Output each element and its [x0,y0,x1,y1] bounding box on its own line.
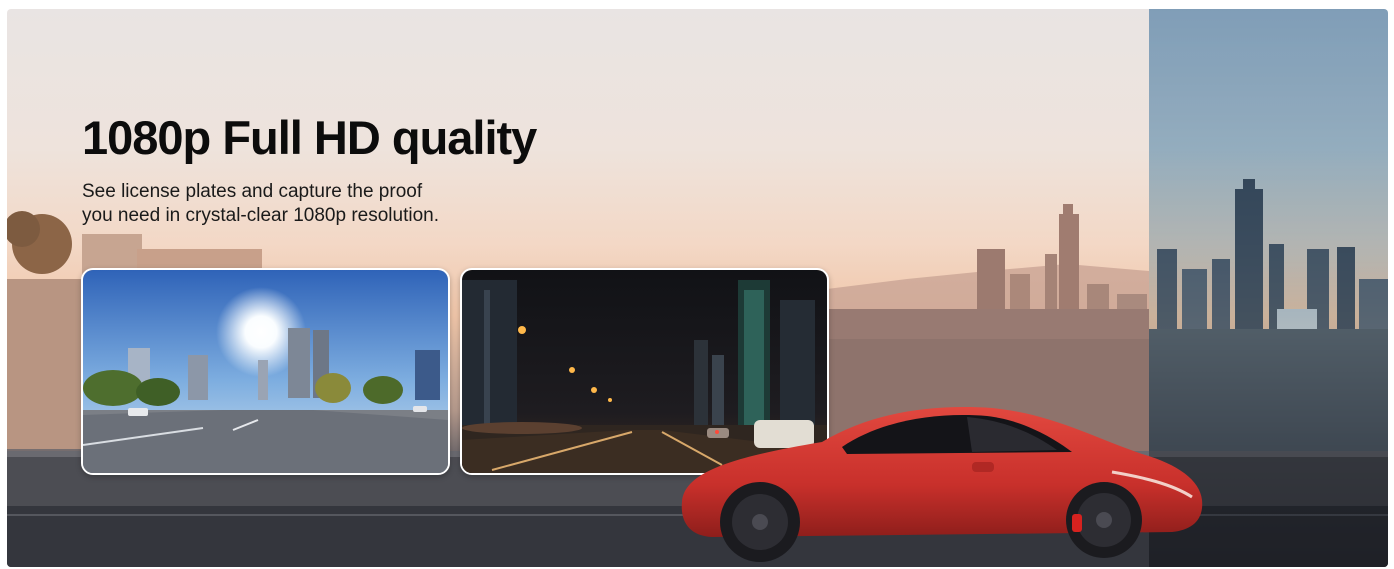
daytime-dashcam-image [81,268,450,475]
red-sports-car-image [681,407,1203,562]
subtitle: See license plates and capture the proof… [82,180,502,228]
subtitle-line-2: you need in crystal-clear 1080p resoluti… [82,205,439,226]
subtitle-line-1: See license plates and capture the proof [82,181,423,202]
hero-banner: 1080p Full HD quality See license plates… [7,9,1388,567]
headline: 1080p Full HD quality [82,111,537,164]
